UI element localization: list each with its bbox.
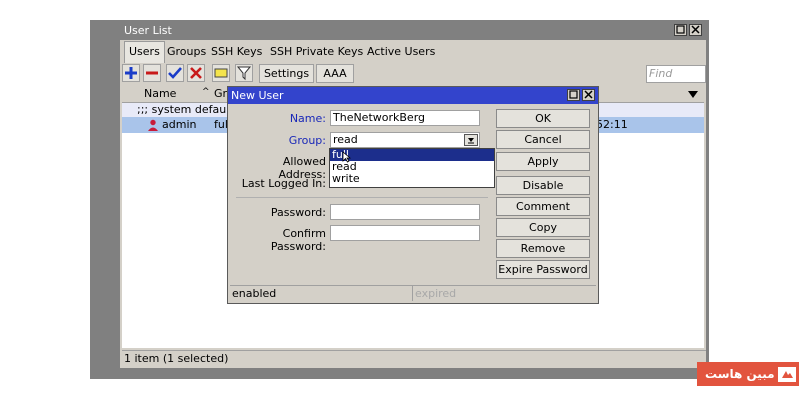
plus-icon	[125, 67, 137, 79]
enable-button[interactable]	[166, 64, 184, 82]
status-enabled: enabled	[232, 287, 277, 300]
dialog-close-button[interactable]	[582, 89, 595, 101]
user-name-cell: admin	[162, 118, 197, 131]
tab-ssh-keys[interactable]: SSH Keys	[207, 42, 266, 62]
last-logged-in-label: Last Logged In:	[241, 177, 326, 190]
note-icon	[214, 68, 228, 78]
filter-button[interactable]	[235, 64, 253, 82]
cancel-button[interactable]: Cancel	[496, 130, 590, 149]
dialog-status-bar: enabled expired	[230, 285, 596, 302]
x-icon	[190, 67, 202, 79]
filter-icon	[236, 66, 252, 81]
column-group-header[interactable]: Gr	[214, 87, 227, 100]
maximize-button[interactable]	[674, 24, 687, 36]
copy-button[interactable]: Copy	[496, 218, 590, 237]
watermark-text: مبین هاست	[705, 367, 775, 381]
group-select-value: read	[333, 133, 358, 146]
ok-button[interactable]: OK	[496, 109, 590, 128]
user-icon	[148, 119, 158, 134]
dialog-maximize-button[interactable]	[567, 89, 580, 101]
window-titlebar: User List	[120, 22, 706, 40]
disable-button[interactable]: Disable	[496, 176, 590, 195]
maximize-icon	[569, 90, 578, 99]
remove-button[interactable]: Remove	[496, 239, 590, 258]
tab-users[interactable]: Users	[124, 41, 165, 63]
password-field[interactable]	[330, 204, 480, 220]
apply-button[interactable]: Apply	[496, 152, 590, 171]
maximize-icon	[676, 25, 685, 34]
confirm-password-field[interactable]	[330, 225, 480, 241]
confirm-password-label: Confirm Password:	[270, 227, 326, 253]
comment-button[interactable]	[212, 64, 230, 82]
tab-active-users[interactable]: Active Users	[363, 42, 439, 62]
disable-button[interactable]	[187, 64, 205, 82]
dropdown-arrow-icon	[688, 91, 698, 98]
check-icon	[168, 67, 182, 79]
group-dropdown-button[interactable]	[464, 134, 478, 146]
status-bar: 1 item (1 selected)	[122, 350, 706, 367]
group-dropdown-list: full read write	[329, 148, 495, 188]
close-icon	[584, 90, 593, 99]
new-user-dialog: New User Name: TheNetworkBerg Group: rea…	[227, 86, 599, 304]
mouse-cursor-icon	[342, 151, 351, 163]
dropdown-arrow-icon	[468, 138, 474, 144]
password-label: Password:	[270, 206, 326, 219]
name-field[interactable]: TheNetworkBerg	[330, 110, 480, 126]
divider	[236, 197, 488, 198]
group-label: Group:	[288, 134, 326, 147]
column-menu-button[interactable]	[688, 89, 698, 102]
column-name-header[interactable]: Name	[144, 87, 176, 100]
user-last-cell: 52:11	[596, 118, 628, 131]
add-button[interactable]	[122, 64, 140, 82]
settings-button[interactable]: Settings	[259, 64, 314, 83]
close-button[interactable]	[689, 24, 702, 36]
window-title: User List	[124, 24, 172, 37]
dialog-titlebar: New User	[228, 87, 598, 104]
tab-groups[interactable]: Groups	[163, 42, 210, 62]
expire-password-button[interactable]: Expire Password	[496, 260, 590, 279]
status-expired: expired	[412, 286, 456, 301]
group-select[interactable]: read	[330, 132, 480, 148]
logo-icon	[778, 367, 796, 382]
remove-button[interactable]	[143, 64, 161, 82]
name-label: Name:	[289, 112, 326, 125]
minus-icon	[146, 71, 158, 75]
tab-ssh-private-keys[interactable]: SSH Private Keys	[266, 42, 367, 62]
sort-icon: ^	[202, 87, 210, 97]
option-write[interactable]: write	[330, 173, 494, 185]
comment-button[interactable]: Comment	[496, 197, 590, 216]
watermark-badge: مبین هاست	[697, 362, 799, 386]
dialog-title: New User	[231, 89, 284, 102]
aaa-button[interactable]: AAA	[316, 64, 354, 83]
close-icon	[691, 25, 700, 34]
user-group-cell: ful	[214, 118, 228, 131]
find-input[interactable]: Find	[646, 65, 706, 83]
